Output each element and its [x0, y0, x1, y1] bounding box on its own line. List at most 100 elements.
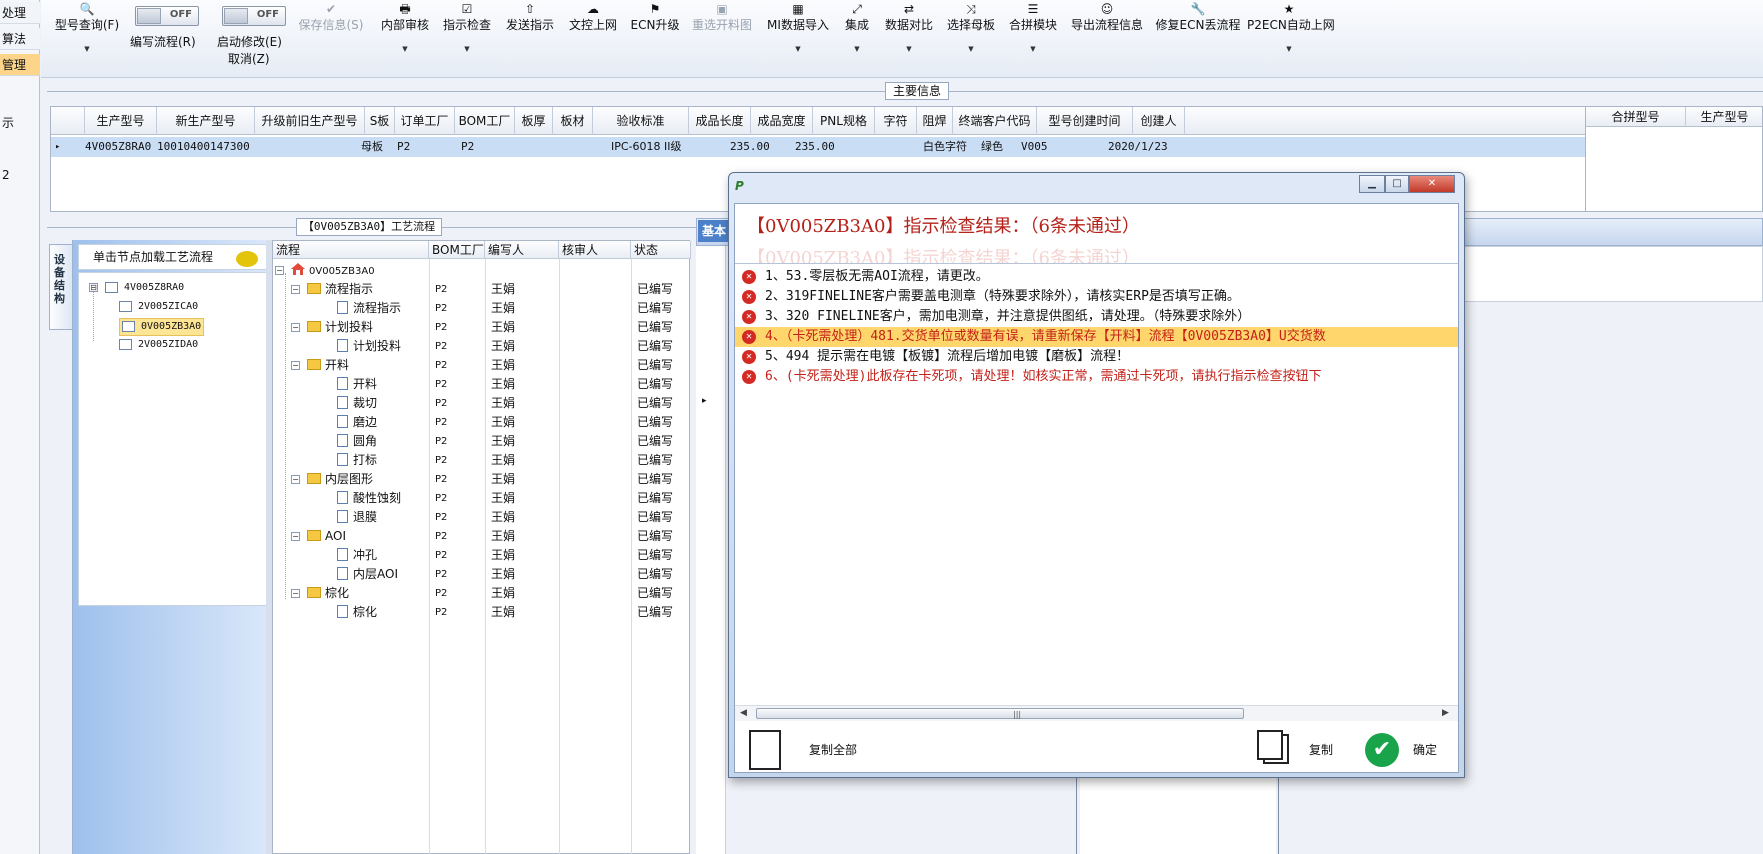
- copy-button[interactable]: 复制: [1257, 730, 1337, 770]
- chevron-down-icon[interactable]: ▼: [377, 45, 433, 53]
- table-row[interactable]: 棕化 P2 王娟 已编写: [273, 603, 691, 622]
- column-header[interactable]: 成品宽度: [751, 107, 813, 135]
- column-header[interactable]: 型号创建时间: [1037, 107, 1133, 135]
- column-header[interactable]: BOM工厂: [455, 107, 515, 135]
- column-header[interactable]: 板厚: [515, 107, 553, 135]
- collapse-icon[interactable]: −: [291, 361, 300, 370]
- table-row[interactable]: − 流程指示 P2 王娟 已编写: [273, 280, 691, 299]
- column-header[interactable]: BOM工厂: [429, 241, 485, 259]
- column-header[interactable]: 新生产型号: [157, 107, 255, 135]
- table-row[interactable]: − 内层图形 P2 王娟 已编写: [273, 470, 691, 489]
- column-header[interactable]: 核审人: [559, 241, 631, 259]
- list-item[interactable]: ✕ 3、320 FINELINE客户，需加电测章，并注意提供图纸，请处理。（特殊…: [735, 307, 1458, 327]
- table-row[interactable]: 打标 P2 王娟 已编写: [273, 451, 691, 470]
- tree-node[interactable]: 4V005Z8RA0: [105, 281, 184, 295]
- copy-all-button[interactable]: 复制全部: [749, 730, 859, 770]
- left-nav-item-active[interactable]: 管理: [0, 54, 40, 76]
- export-flow-info-button[interactable]: ☺ 导出流程信息: [1065, 0, 1149, 70]
- chevron-down-icon[interactable]: ▼: [51, 45, 123, 53]
- tree-node-selected[interactable]: 0V005ZB3A0: [119, 318, 205, 336]
- chevron-down-icon[interactable]: ▼: [763, 45, 833, 53]
- node-checkbox[interactable]: [122, 320, 135, 332]
- save-info-button[interactable]: ✔ 保存信息(S): [295, 0, 367, 70]
- ok-button[interactable]: ✔ 确定: [1365, 730, 1445, 770]
- column-header[interactable]: 创建人: [1133, 107, 1185, 135]
- horizontal-scrollbar[interactable]: ◀ ||| ▶: [735, 705, 1458, 721]
- list-item[interactable]: ✕ 6、(卡死需处理)此板存在卡死项，请处理！如核实正常，需通过卡死项，请执行指…: [735, 367, 1458, 387]
- scrollbar-thumb[interactable]: |||: [756, 708, 1244, 719]
- table-row[interactable]: − 棕化 P2 王娟 已编写: [273, 584, 691, 603]
- chevron-down-icon[interactable]: ▼: [941, 45, 1001, 53]
- list-item-selected[interactable]: ✕ 4、（卡死需处理）481.交货单位或数量有误，请重新保存【开料】流程【0V0…: [735, 327, 1458, 347]
- column-header[interactable]: 验收标准: [593, 107, 689, 135]
- table-row[interactable]: 裁切 P2 王娟 已编写: [273, 394, 691, 413]
- column-header[interactable]: 生产型号: [85, 107, 157, 135]
- cancel-button[interactable]: 取消(Z): [228, 50, 270, 67]
- tree-node[interactable]: 2V005ZIDA0: [119, 338, 198, 352]
- collapse-icon[interactable]: −: [275, 266, 284, 275]
- dialog-titlebar[interactable]: P ▁ □ ✕: [729, 173, 1464, 201]
- table-row[interactable]: 冲孔 P2 王娟 已编写: [273, 546, 691, 565]
- mi-data-import-button[interactable]: ▦ MI数据导入 ▼: [763, 0, 833, 70]
- tab-equipment-structure[interactable]: 设备结构: [49, 244, 73, 330]
- column-header[interactable]: 升级前旧生产型号: [255, 107, 365, 135]
- column-header[interactable]: 流程: [273, 241, 429, 259]
- column-header[interactable]: 板材: [553, 107, 593, 135]
- scroll-left-icon[interactable]: ◀: [740, 708, 747, 718]
- list-item[interactable]: ✕ 1、53.零层板无需AOI流程，请更改。: [735, 267, 1458, 287]
- integration-button[interactable]: ⤢ 集成 ▼: [837, 0, 877, 70]
- column-header[interactable]: S板: [365, 107, 395, 135]
- collapse-icon[interactable]: −: [291, 285, 300, 294]
- select-mother-board-button[interactable]: ⤨ 选择母板 ▼: [941, 0, 1001, 70]
- collapse-icon[interactable]: −: [291, 532, 300, 541]
- instruction-check-button[interactable]: ☑ 指示检查 ▼: [439, 0, 495, 70]
- table-row[interactable]: − 计划投料 P2 王娟 已编写: [273, 318, 691, 337]
- table-row[interactable]: − 开料 P2 王娟 已编写: [273, 356, 691, 375]
- column-header[interactable]: 字符: [875, 107, 917, 135]
- send-instruction-button[interactable]: ⇧ 发送指示: [502, 0, 558, 70]
- table-row[interactable]: 开料 P2 王娟 已编写: [273, 375, 691, 394]
- column-header[interactable]: 终端客户代码: [953, 107, 1037, 135]
- collapse-icon[interactable]: ⊟: [89, 283, 98, 292]
- data-compare-button[interactable]: ⇄ 数据对比 ▼: [879, 0, 939, 70]
- table-row[interactable]: − AOI P2 王娟 已编写: [273, 527, 691, 546]
- doc-control-online-button[interactable]: ☁ 文控上网: [565, 0, 621, 70]
- chevron-down-icon[interactable]: ▼: [1003, 45, 1063, 53]
- table-row[interactable]: −0V005ZB3A0: [273, 261, 691, 280]
- close-button[interactable]: ✕: [1409, 175, 1455, 193]
- chevron-down-icon[interactable]: ▼: [837, 45, 877, 53]
- column-header[interactable]: 订单工厂: [395, 107, 455, 135]
- collapse-icon[interactable]: −: [291, 323, 300, 332]
- p2ecn-auto-online-button[interactable]: ★ P2ECN自动上网 ▼: [1247, 0, 1335, 70]
- node-checkbox[interactable]: [105, 281, 118, 293]
- start-edit-toggle[interactable]: OFF: [222, 6, 286, 26]
- column-header[interactable]: 阻焊: [917, 107, 953, 135]
- node-checkbox[interactable]: [119, 338, 132, 350]
- node-checkbox[interactable]: [119, 300, 132, 312]
- list-item[interactable]: ✕ 2、319FINELINE客户需要盖电测章（特殊要求除外），请核实ERP是否…: [735, 287, 1458, 307]
- column-header[interactable]: 编写人: [485, 241, 559, 259]
- table-row[interactable]: 内层AOI P2 王娟 已编写: [273, 565, 691, 584]
- left-nav-item[interactable]: 算法: [0, 28, 40, 50]
- repair-ecn-flow-button[interactable]: 🔧 修复ECN丢流程: [1153, 0, 1243, 70]
- table-row[interactable]: ▸ 4V005Z8RA0 10010400147300 母板 P2 P2 IPC…: [51, 137, 1587, 157]
- table-row[interactable]: 圆角 P2 王娟 已编写: [273, 432, 691, 451]
- column-header[interactable]: 成品长度: [689, 107, 751, 135]
- internal-review-button[interactable]: 🖶 内部审核 ▼: [377, 0, 433, 70]
- table-row[interactable]: 磨边 P2 王娟 已编写: [273, 413, 691, 432]
- table-row[interactable]: 计划投料 P2 王娟 已编写: [273, 337, 691, 356]
- chevron-down-icon[interactable]: ▼: [439, 45, 495, 53]
- ecn-upgrade-button[interactable]: ⚑ ECN升级: [627, 0, 683, 70]
- table-row[interactable]: 退膜 P2 王娟 已编写: [273, 508, 691, 527]
- column-header[interactable]: 状态: [631, 241, 691, 259]
- left-nav-item[interactable]: 处理: [0, 2, 40, 24]
- column-header[interactable]: 生产型号: [1686, 107, 1763, 127]
- maximize-button[interactable]: □: [1385, 175, 1409, 193]
- table-row[interactable]: 流程指示 P2 王娟 已编写: [273, 299, 691, 318]
- collapse-icon[interactable]: −: [291, 475, 300, 484]
- column-header[interactable]: PNL规格: [813, 107, 875, 135]
- tree-node[interactable]: 2V005ZICA0: [119, 300, 198, 314]
- minimize-button[interactable]: ▁: [1359, 175, 1385, 193]
- model-query-button[interactable]: 🔍 型号查询(F) ▼: [51, 0, 123, 70]
- chevron-down-icon[interactable]: ▼: [1247, 45, 1331, 53]
